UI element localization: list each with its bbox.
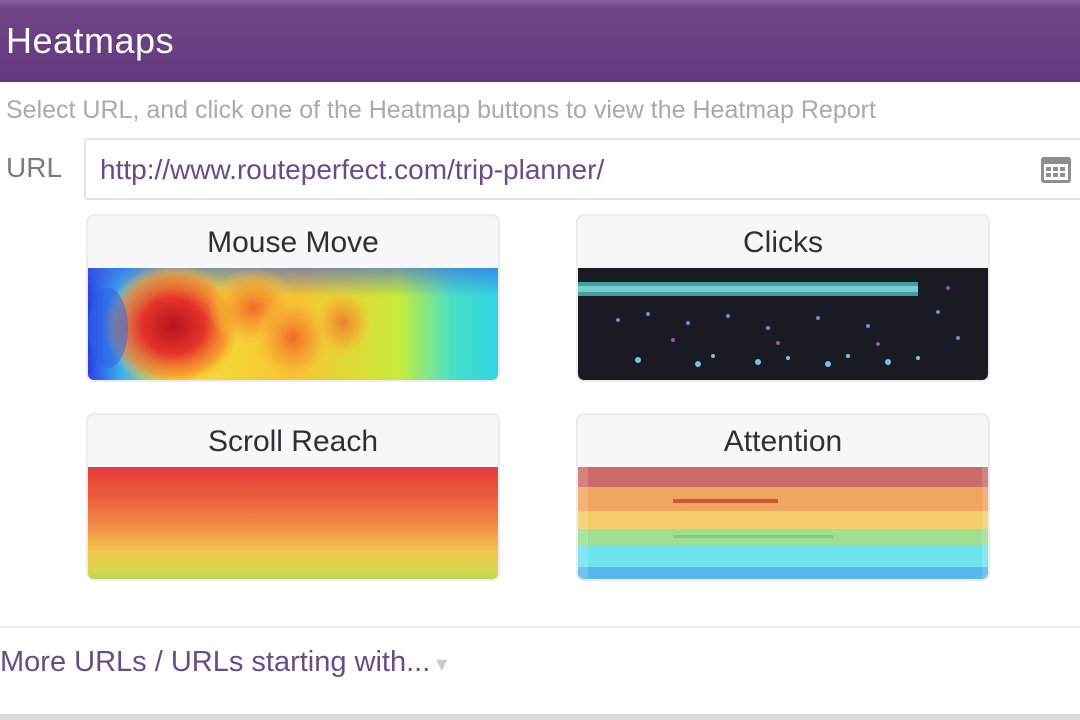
url-select-field[interactable]: http://www.routeperfect.com/trip-planner… [84,138,1080,200]
attention-thumbnail [578,467,988,579]
mouse-move-thumbnail [88,268,498,380]
footer-divider [0,626,1080,628]
panel-title: Heatmaps [6,20,175,61]
instruction-text: Select URL, and click one of the Heatmap… [6,96,876,124]
url-label: URL [6,152,63,183]
heatmaps-panel: Heatmaps Select URL, and click one of th… [0,0,1080,720]
url-value[interactable]: http://www.routeperfect.com/trip-planner… [100,154,604,186]
clicks-heatmap-button[interactable]: Clicks [576,214,990,382]
scroll-reach-thumbnail [88,467,498,579]
clicks-thumbnail [578,268,988,380]
mouse-move-label: Mouse Move [207,226,379,259]
attention-heatmap-button[interactable]: Attention [576,413,990,581]
clicks-label: Clicks [743,226,823,259]
panel-header: Heatmaps [0,0,1080,82]
calendar-icon[interactable] [1040,154,1072,184]
mouse-move-heatmap-button[interactable]: Mouse Move [86,214,500,382]
scroll-reach-heatmap-button[interactable]: Scroll Reach [86,413,500,581]
chevron-down-icon[interactable]: ▾ [436,651,447,676]
scroll-reach-label: Scroll Reach [207,425,379,458]
attention-label: Attention [723,425,843,458]
more-urls-link[interactable]: More URLs / URLs starting with... ▾ [0,646,447,679]
more-urls-label[interactable]: More URLs / URLs starting with... [0,646,430,678]
